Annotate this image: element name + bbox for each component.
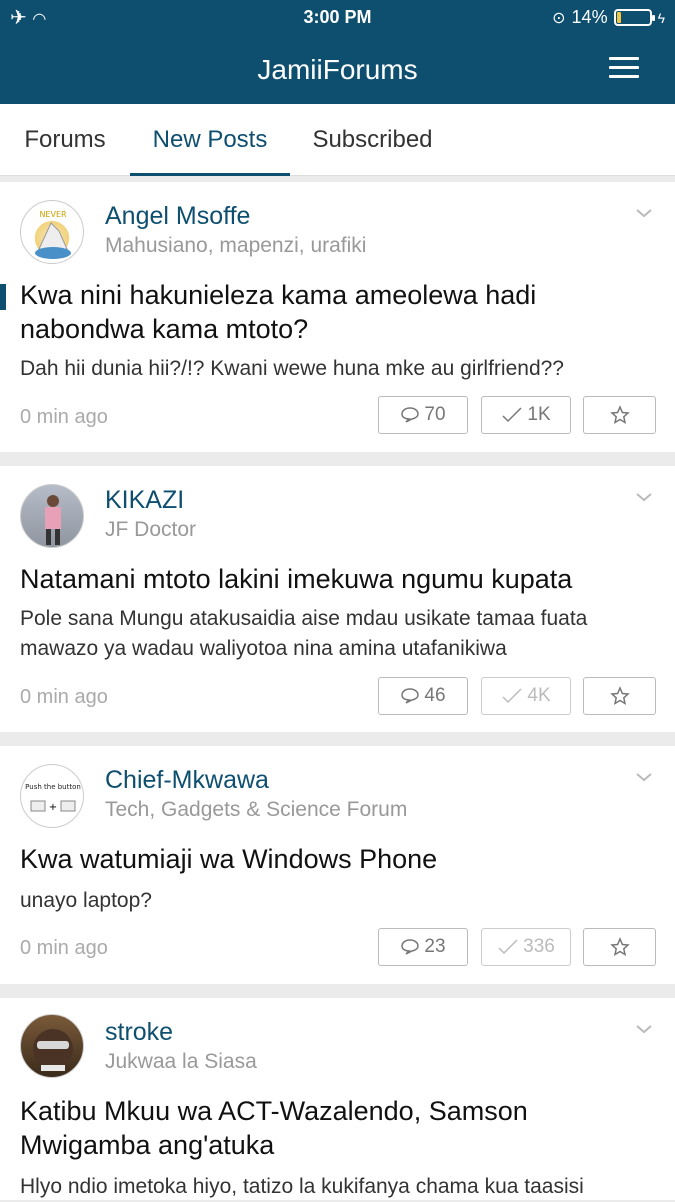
unread-indicator [0,284,6,310]
post-forum[interactable]: Jukwaa la Siasa [105,1050,257,1074]
post-forum[interactable]: Tech, Gadgets & Science Forum [105,798,407,822]
post-forum[interactable]: JF Doctor [105,518,196,542]
hamburger-menu-icon[interactable] [609,57,639,79]
battery-icon [613,9,655,26]
post-forum[interactable]: Mahusiano, mapenzi, urafiki [105,234,366,258]
thread-title[interactable]: Natamani mtoto lakini imekuwa ngumu kupa… [20,562,655,596]
post-card[interactable]: Push the button + Chief-Mkwawa Tech, Gadg… [0,746,675,984]
post-username[interactable]: stroke [105,1018,173,1047]
status-right: ⊙ 14% ϟ [552,7,665,28]
status-bar: ✈ ◠ 3:00 PM ⊙ 14% ϟ [0,0,675,34]
tab-new-posts[interactable]: New Posts [130,104,290,176]
avatar[interactable]: NEVER [20,200,84,264]
avatar-caption: Push the button [25,783,81,791]
tab-forums[interactable]: Forums [0,104,130,176]
like-count-button[interactable]: 336 [481,928,571,966]
star-icon [609,405,630,425]
post-username[interactable]: KIKAZI [105,486,184,515]
post-snippet: Dah hii dunia hii?/!? Kwani wewe huna mk… [20,357,564,380]
post-card[interactable]: stroke Jukwaa la Siasa Katibu Mkuu wa AC… [0,998,675,1200]
app-title: JamiiForums [257,54,418,85]
check-icon [498,939,518,955]
tab-bar: Forums New Posts Subscribed [0,104,675,176]
avatar[interactable] [20,1014,84,1078]
chevron-down-icon[interactable] [635,768,653,786]
comment-icon [401,407,420,423]
post-username[interactable]: Chief-Mkwawa [105,766,269,795]
chevron-down-icon[interactable] [635,488,653,506]
reply-count-button[interactable]: 23 [378,928,468,966]
bookmark-star-button[interactable] [583,396,656,434]
check-icon [502,407,522,423]
avatar[interactable] [20,484,84,548]
bookmark-star-button[interactable] [583,928,656,966]
star-icon [609,937,630,957]
check-icon [502,688,522,704]
like-count-button[interactable]: 4K [481,677,571,715]
svg-text:NEVER: NEVER [39,210,67,219]
post-card[interactable]: NEVER Angel Msoffe Mahusiano, mapenzi, u… [0,182,675,452]
app-bar: JamiiForums [0,34,675,104]
post-time: 0 min ago [20,686,108,708]
comment-icon [401,688,420,704]
thread-title[interactable]: Kwa watumiaji wa Windows Phone [20,842,655,876]
post-time: 0 min ago [20,406,108,428]
post-card[interactable]: KIKAZI JF Doctor Natamani mtoto lakini i… [0,466,675,732]
post-time: 0 min ago [20,937,108,959]
reply-count-button[interactable]: 70 [378,396,468,434]
battery-percent: 14% [571,7,608,27]
charging-icon: ϟ [657,9,665,26]
like-count-button[interactable]: 1K [481,396,571,434]
chevron-down-icon[interactable] [635,204,653,222]
thread-title[interactable]: Kwa nini hakunieleza kama ameolewa hadi n… [20,278,655,346]
comment-icon [401,939,420,955]
avatar[interactable]: Push the button + [20,764,84,828]
post-snippet: Pole sana Mungu atakusaidia aise mdau us… [20,607,588,660]
thread-title[interactable]: Katibu Mkuu wa ACT-Wazalendo, Samson Mwig… [20,1094,655,1162]
star-icon [609,686,630,706]
chevron-down-icon[interactable] [635,1020,653,1038]
post-snippet: unayo laptop? [20,889,152,912]
tab-subscribed[interactable]: Subscribed [290,104,455,176]
reply-count-button[interactable]: 46 [378,677,468,715]
orientation-lock-icon: ⊙ [552,9,566,27]
bookmark-star-button[interactable] [583,677,656,715]
post-snippet: Hlyo ndio imetoka hiyo, tatizo la kukifa… [20,1175,584,1198]
post-username[interactable]: Angel Msoffe [105,202,250,231]
svg-text:+: + [49,802,57,813]
